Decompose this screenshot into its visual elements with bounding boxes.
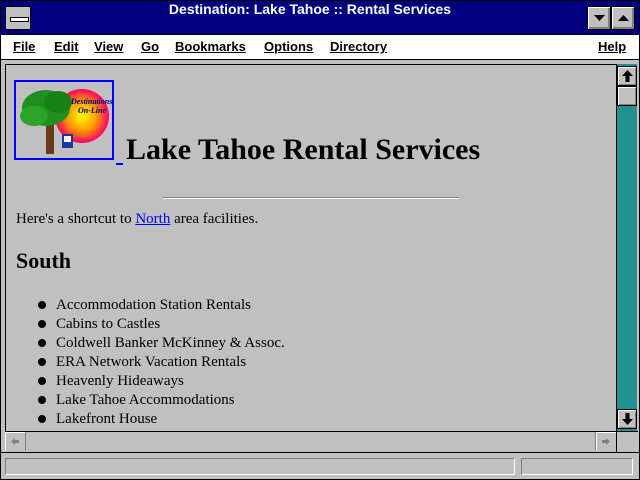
scroll-thumb[interactable] [617, 86, 637, 106]
menu-edit[interactable]: Edit [54, 39, 79, 54]
menu-view[interactable]: View [94, 39, 123, 54]
status-bar [1, 452, 639, 479]
triangle-down-icon [594, 15, 605, 21]
divider [163, 197, 459, 199]
menu-file[interactable]: File [13, 39, 35, 54]
section-title-south: South [16, 248, 72, 273]
south-rentals-list: Accommodation Station Rentals Cabins to C… [6, 296, 285, 429]
menu-bar: File Edit View Go Bookmarks Options Dire… [1, 35, 639, 60]
list-item-label: Lakefront House [56, 411, 158, 427]
status-message-field [5, 458, 515, 475]
arrow-right-icon [602, 438, 610, 445]
scrollbar-corner [616, 431, 638, 452]
page-content: Destinations On-Line Lake Tahoe Rental S… [5, 64, 616, 432]
bullet-icon [38, 377, 46, 385]
window-title: Destination: Lake Tahoe :: Rental Servic… [168, 1, 452, 17]
bullet-icon [38, 320, 46, 328]
logo-link[interactable]: Destinations On-Line [14, 80, 114, 160]
scroll-up-button[interactable] [617, 66, 637, 86]
horizontal-scrollbar[interactable] [5, 431, 616, 452]
list-item: Heavenly Hideaways [6, 372, 285, 391]
menu-bookmarks[interactable]: Bookmarks [175, 39, 246, 54]
minimize-button[interactable] [587, 6, 611, 30]
shortcut-prefix: Here's a shortcut to [16, 211, 136, 227]
list-item: ERA Network Vacation Rentals [6, 353, 285, 372]
list-item: Lake Tahoe Accommodations [6, 391, 285, 410]
list-item-label: Cabins to Castles [56, 316, 161, 332]
bullet-icon [38, 358, 46, 366]
menu-options[interactable]: Options [264, 39, 313, 54]
scroll-left-button[interactable] [5, 432, 26, 451]
bullet-icon [38, 415, 46, 423]
arrow-down-icon [622, 413, 633, 425]
north-link[interactable]: North [135, 211, 170, 227]
list-item: Accommodation Station Rentals [6, 296, 285, 315]
maximize-button[interactable] [611, 6, 635, 30]
list-item-label: Lake Tahoe Accommodations [56, 392, 235, 408]
list-item: Coldwell Banker McKinney & Assoc. [6, 334, 285, 353]
menu-help[interactable]: Help [598, 39, 626, 54]
scroll-right-button[interactable] [595, 432, 616, 451]
list-item-label: Accommodation Station Rentals [56, 297, 251, 313]
shortcut-text: Here's a shortcut to North area faciliti… [16, 211, 258, 228]
svg-text:On-Line: On-Line [78, 106, 106, 115]
system-menu-icon [10, 17, 29, 22]
title-bar[interactable]: Destination: Lake Tahoe :: Rental Servic… [1, 1, 639, 35]
menu-go[interactable]: Go [141, 39, 159, 54]
triangle-up-icon [618, 15, 629, 21]
arrow-up-icon [622, 70, 633, 82]
menu-directory[interactable]: Directory [330, 39, 387, 54]
list-item-label: Coldwell Banker McKinney & Assoc. [56, 335, 285, 351]
progress-field [521, 458, 633, 475]
page-title: Lake Tahoe Rental Services [126, 133, 481, 166]
list-item-label: ERA Network Vacation Rentals [56, 354, 247, 370]
bullet-icon [38, 301, 46, 309]
browser-window: Destination: Lake Tahoe :: Rental Servic… [0, 0, 640, 480]
vertical-scrollbar[interactable] [616, 64, 637, 431]
bullet-icon [38, 396, 46, 404]
list-item: Lakefront House [6, 410, 285, 429]
tree-logo-icon: Destinations On-Line [20, 89, 112, 154]
shortcut-suffix: area facilities. [170, 211, 259, 227]
arrow-left-icon [11, 438, 19, 445]
system-menu-button[interactable] [5, 6, 31, 30]
scroll-down-button[interactable] [617, 409, 637, 429]
bullet-icon [38, 339, 46, 347]
logo-text: Destinations [70, 97, 112, 106]
list-item: Cabins to Castles [6, 315, 285, 334]
link-underline [116, 163, 123, 165]
list-item-label: Heavenly Hideaways [56, 373, 184, 389]
